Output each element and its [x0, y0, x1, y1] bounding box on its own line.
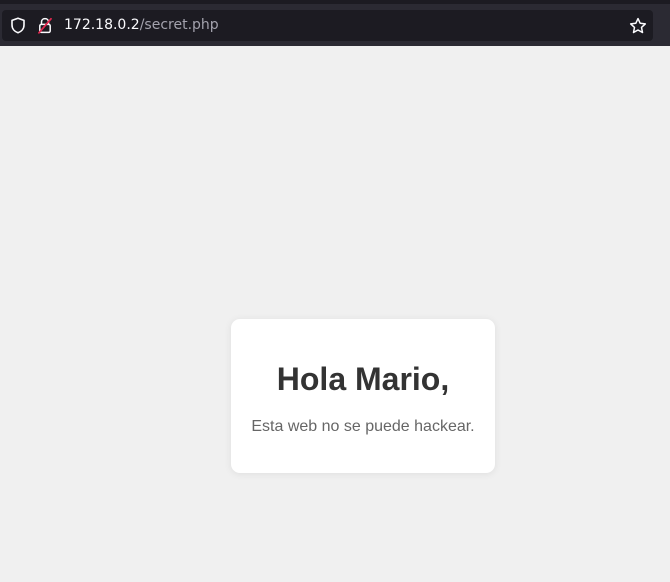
shield-icon[interactable] [10, 17, 26, 34]
url-text[interactable]: 172.18.0.2/secret.php [64, 10, 219, 41]
greeting-card: Hola Mario, Esta web no se puede hackear… [231, 319, 495, 473]
page-message: Esta web no se puede hackear. [251, 418, 475, 435]
page-viewport [0, 46, 670, 582]
browser-toolbar: 172.18.0.2/secret.php [0, 0, 670, 46]
page-title: Hola Mario, [276, 361, 450, 397]
insecure-lock-icon[interactable] [37, 17, 53, 34]
address-bar[interactable]: 172.18.0.2/secret.php [2, 10, 653, 41]
bookmark-star-icon[interactable] [629, 17, 647, 35]
url-path: /secret.php [139, 17, 219, 33]
url-host: 172.18.0.2 [64, 17, 140, 33]
